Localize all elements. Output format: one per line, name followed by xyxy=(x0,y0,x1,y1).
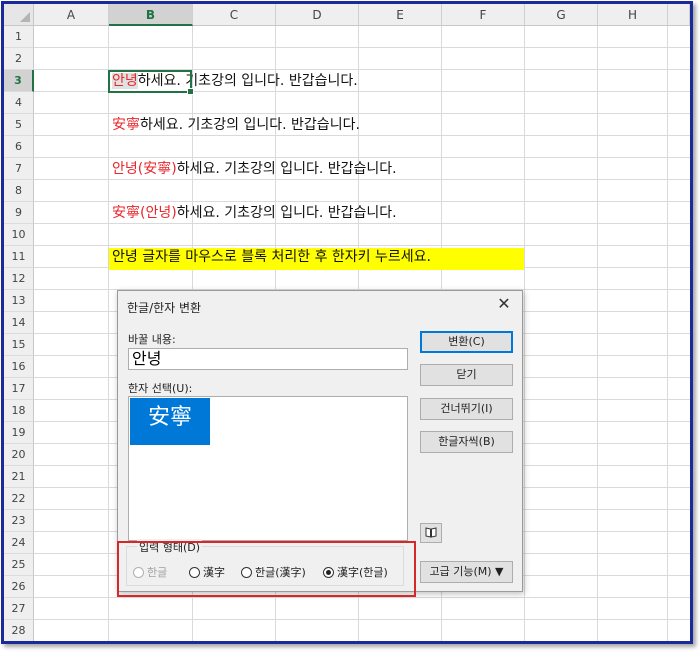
cell-b7-text: 하세요. 기초강의 입니다. 반갑습니다. xyxy=(176,161,397,177)
column-header-b[interactable]: B xyxy=(109,4,193,26)
column-header-e[interactable]: E xyxy=(359,4,442,26)
row-header-27[interactable]: 27 xyxy=(4,598,34,620)
row-header-1[interactable]: 1 xyxy=(4,26,34,48)
row-header-25[interactable]: 25 xyxy=(4,554,34,576)
row-header-13[interactable]: 13 xyxy=(4,290,34,312)
skip-button[interactable]: 건너뛰기(I) xyxy=(420,398,513,420)
advanced-features-button[interactable]: 고급 기능(M) ▼ xyxy=(420,561,513,583)
row-header-17[interactable]: 17 xyxy=(4,378,34,400)
row-header-4[interactable]: 4 xyxy=(4,92,34,114)
row-header-3[interactable]: 3 xyxy=(4,70,34,92)
cell-b7-red-text: 안녕(安寧) xyxy=(112,161,177,177)
dialog-title: 한글/한자 변환 xyxy=(127,301,202,315)
row-header-11[interactable]: 11 xyxy=(4,246,34,268)
row-header-21[interactable]: 21 xyxy=(4,466,34,488)
cell-b9-red-text: 安寧(안녕) xyxy=(112,205,177,221)
column-header-g[interactable]: G xyxy=(525,4,598,26)
fill-handle[interactable] xyxy=(187,88,194,95)
row-header-5[interactable]: 5 xyxy=(4,114,34,136)
cell-b5-red-text: 安寧 xyxy=(112,117,140,133)
cell-b9-text: 하세요. 기초강의 입니다. 반갑습니다. xyxy=(176,205,397,221)
column-header-f[interactable]: F xyxy=(442,4,525,26)
row-header-2[interactable]: 2 xyxy=(4,48,34,70)
row-header-6[interactable]: 6 xyxy=(4,136,34,158)
replace-content-label: 바꿀 내용: xyxy=(128,333,176,346)
row-header-7[interactable]: 7 xyxy=(4,158,34,180)
column-header-h[interactable]: H xyxy=(598,4,668,26)
active-cell-selection[interactable] xyxy=(108,70,194,95)
cell-b5[interactable]: 安寧하세요. 기초강의 입니다. 반갑습니다. xyxy=(112,114,360,136)
hanja-list-item[interactable]: 安寧 xyxy=(130,398,210,445)
cell-b5-text: 하세요. 기초강의 입니다. 반갑습니다. xyxy=(140,117,360,133)
row-header-19[interactable]: 19 xyxy=(4,422,34,444)
row-header-15[interactable]: 15 xyxy=(4,334,34,356)
row-header-26[interactable]: 26 xyxy=(4,576,34,598)
row-header-9[interactable]: 9 xyxy=(4,202,34,224)
screenshot-frame: A B C D E F G H 1 2 3 4 5 6 7 8 9 10 11 … xyxy=(1,1,693,644)
row-header-20[interactable]: 20 xyxy=(4,444,34,466)
gridline xyxy=(34,47,690,48)
char-by-char-button[interactable]: 한글자씩(B) xyxy=(420,431,513,453)
row-header-24[interactable]: 24 xyxy=(4,532,34,554)
row-header-23[interactable]: 23 xyxy=(4,510,34,532)
cell-b7[interactable]: 안녕(安寧)하세요. 기초강의 입니다. 반갑습니다. xyxy=(112,158,397,180)
replace-content-field[interactable]: 안녕 xyxy=(128,348,408,370)
column-header-d[interactable]: D xyxy=(276,4,359,26)
row-header-16[interactable]: 16 xyxy=(4,356,34,378)
column-header-c[interactable]: C xyxy=(193,4,276,26)
dictionary-button[interactable] xyxy=(420,523,442,543)
close-button[interactable]: 닫기 xyxy=(420,364,513,386)
hanja-list[interactable]: 安寧 xyxy=(128,396,408,541)
close-icon[interactable]: ✕ xyxy=(494,294,514,313)
row-header-10[interactable]: 10 xyxy=(4,224,34,246)
row-header-14[interactable]: 14 xyxy=(4,312,34,334)
row-header-12[interactable]: 12 xyxy=(4,268,34,290)
row-header-8[interactable]: 8 xyxy=(4,180,34,202)
annotation-highlight-box xyxy=(117,541,416,597)
select-all-corner[interactable] xyxy=(4,4,34,26)
cell-b9[interactable]: 安寧(안녕)하세요. 기초강의 입니다. 반갑습니다. xyxy=(112,202,397,224)
row-header-18[interactable]: 18 xyxy=(4,400,34,422)
gridline xyxy=(34,619,690,620)
row-header-22[interactable]: 22 xyxy=(4,488,34,510)
hanja-select-label: 한자 선택(U): xyxy=(128,382,193,395)
column-header-partial[interactable] xyxy=(668,4,690,26)
convert-button[interactable]: 변환(C) xyxy=(420,331,513,353)
cell-b11[interactable]: 안녕 글자를 마우스로 블록 처리한 후 한자키 누르세요. xyxy=(112,246,431,268)
column-header-a[interactable]: A xyxy=(34,4,109,26)
gridline xyxy=(34,597,690,598)
book-icon xyxy=(425,527,437,538)
row-header-28[interactable]: 28 xyxy=(4,620,34,641)
